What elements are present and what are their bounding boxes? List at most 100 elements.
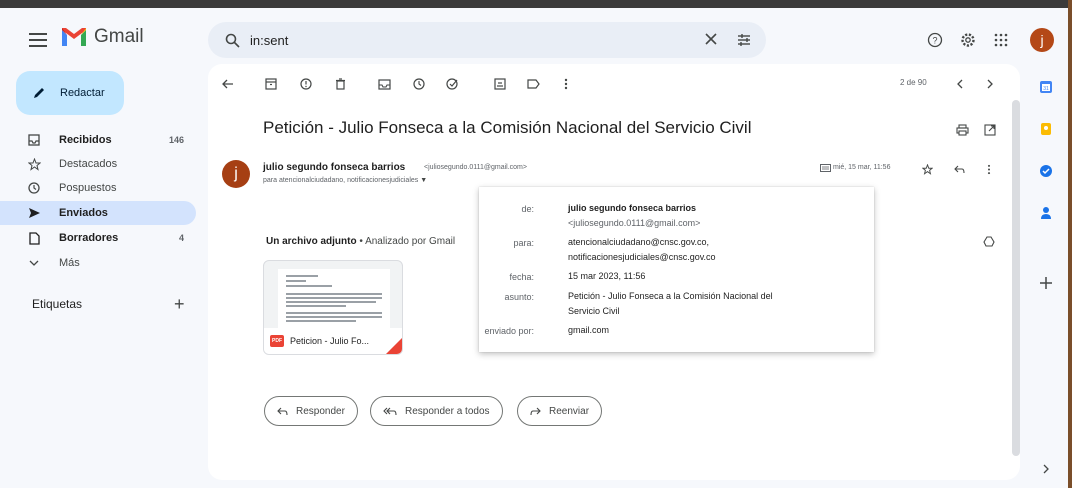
reply-all-icon — [383, 407, 397, 415]
reply-label: Responder — [296, 405, 345, 417]
window-top-border — [0, 0, 1072, 8]
sender-avatar[interactable]: j — [222, 160, 250, 188]
chevron-down-icon — [26, 255, 42, 271]
app-name: Gmail — [94, 26, 144, 47]
sent-by-value: gmail.com — [568, 325, 610, 335]
sidebar-item-label: Borradores — [59, 232, 119, 244]
date-value: 15 mar 2023, 11:56 — [568, 271, 646, 281]
sidebar-item-more[interactable]: Más — [0, 251, 196, 275]
sidebar-item-sent[interactable]: Enviados — [0, 201, 196, 225]
labels-heading: Etiquetas — [32, 297, 83, 311]
newer-chevron-left-icon[interactable] — [950, 74, 970, 94]
star-icon[interactable] — [918, 160, 936, 178]
recipients-text: para atencionalciudadano, notificaciones… — [263, 177, 419, 184]
sidebar-item-label: Destacados — [59, 158, 118, 170]
sidebar-item-snoozed[interactable]: Pospuestos — [0, 176, 196, 200]
scan-status: • Analizado por Gmail — [356, 236, 456, 247]
get-addons-plus-icon[interactable] — [1037, 274, 1055, 292]
forward-icon — [530, 407, 541, 415]
calendar-icon[interactable]: 31 — [1037, 78, 1055, 96]
attachment-card[interactable]: PDF Peticion - Julio Fo... — [263, 260, 403, 355]
clock-icon — [26, 180, 42, 196]
search-options-icon[interactable] — [734, 30, 754, 50]
reply-all-button[interactable]: Responder a todos — [370, 396, 503, 426]
account-avatar[interactable]: j — [1030, 28, 1054, 52]
compose-label: Redactar — [60, 87, 105, 99]
pdf-corner-fold — [386, 338, 402, 354]
from-email: <juliosegundo.0111@gmail.com> — [568, 218, 701, 228]
recipients-line[interactable]: para atencionalciudadano, notificaciones… — [263, 177, 427, 184]
pdf-icon: PDF — [270, 335, 284, 347]
forward-button[interactable]: Reenviar — [517, 396, 603, 426]
email-subject: Petición - Julio Fonseca a la Comisión N… — [263, 118, 752, 137]
sender-email: <juliosegundo.0111@gmail.com> — [424, 164, 527, 171]
archive-icon[interactable] — [261, 74, 281, 94]
compose-button[interactable]: Redactar — [16, 71, 124, 115]
svg-text:31: 31 — [1043, 86, 1049, 92]
window-right-border — [1068, 0, 1072, 488]
details-dropdown-icon[interactable]: ▼ — [420, 177, 427, 184]
unread-count: 146 — [168, 135, 184, 145]
message-counter: 2 de 90 — [900, 78, 927, 87]
from-name: julio segundo fonseca barrios — [568, 203, 697, 213]
tasks-icon[interactable] — [1037, 162, 1055, 180]
sidebar-item-label: Más — [59, 257, 80, 269]
svg-text:?: ? — [932, 36, 937, 46]
draft-file-icon — [26, 230, 42, 246]
keep-icon[interactable] — [1037, 120, 1055, 138]
gmail-m-icon — [62, 28, 86, 46]
search-icon[interactable] — [222, 30, 242, 50]
add-to-drive-icon[interactable] — [980, 232, 998, 250]
print-icon[interactable] — [952, 120, 972, 140]
send-icon — [26, 205, 42, 221]
date-label: fecha: — [509, 272, 534, 282]
sent-by-label: enviado por: — [484, 326, 534, 336]
reply-button[interactable]: Responder — [264, 396, 358, 426]
label-tag-icon[interactable] — [523, 74, 543, 94]
settings-gear-icon[interactable] — [957, 29, 979, 51]
report-spam-icon[interactable] — [296, 74, 316, 94]
reply-icon[interactable] — [950, 160, 968, 178]
attachment-filename: Peticion - Julio Fo... — [290, 336, 370, 346]
email-date: mié, 15 mar, 11:56 — [833, 164, 891, 171]
older-chevron-right-icon[interactable] — [980, 74, 1000, 94]
back-arrow-icon[interactable] — [218, 74, 238, 94]
subject-line-1: Petición - Julio Fonseca a la Comisión N… — [568, 291, 773, 301]
subject-line-2: Servicio Civil — [568, 306, 620, 316]
attachment-footer: PDF Peticion - Julio Fo... — [264, 328, 402, 354]
sidebar-item-label: Recibidos — [59, 134, 112, 146]
more-vert-icon[interactable] — [980, 160, 998, 178]
attachments-heading: Un archivo adjunto • Analizado por Gmail — [266, 236, 455, 247]
to-label: para: — [513, 238, 534, 248]
delete-trash-icon[interactable] — [330, 74, 350, 94]
help-icon[interactable]: ? — [924, 29, 946, 51]
forward-label: Reenviar — [549, 405, 590, 417]
inbox-icon — [26, 132, 42, 148]
message-details-popup: de: julio segundo fonseca barrios <julio… — [479, 187, 874, 352]
expand-panel-chevron-icon[interactable] — [1037, 460, 1055, 478]
more-vert-icon[interactable] — [556, 74, 576, 94]
open-new-window-icon[interactable] — [980, 120, 1000, 140]
add-label-icon[interactable]: + — [174, 294, 185, 315]
clear-search-icon[interactable] — [700, 28, 722, 50]
sender-name[interactable]: julio segundo fonseca barrios — [263, 162, 405, 173]
sidebar-item-starred[interactable]: Destacados — [0, 152, 196, 176]
sidebar-item-drafts[interactable]: Borradores 4 — [0, 226, 196, 250]
gmail-logo[interactable]: Gmail — [60, 26, 144, 48]
sidebar-item-label: Pospuestos — [59, 182, 117, 194]
apps-grid-icon[interactable] — [990, 29, 1012, 51]
attachments-count: Un archivo adjunto — [266, 236, 357, 247]
add-to-tasks-icon[interactable] — [442, 74, 462, 94]
contacts-icon[interactable] — [1037, 204, 1055, 222]
from-label: de: — [521, 204, 534, 214]
snooze-clock-icon[interactable] — [409, 74, 429, 94]
reply-all-label: Responder a todos — [405, 405, 490, 417]
main-menu-icon[interactable] — [26, 28, 50, 52]
search-input[interactable] — [250, 29, 680, 51]
mark-unread-icon[interactable] — [374, 74, 394, 94]
move-to-icon[interactable] — [490, 74, 510, 94]
sidebar-item-inbox[interactable]: Recibidos 146 — [0, 128, 196, 152]
reply-icon — [277, 407, 288, 415]
attachment-preview — [278, 269, 390, 329]
message-scrollbar[interactable] — [1012, 100, 1020, 456]
